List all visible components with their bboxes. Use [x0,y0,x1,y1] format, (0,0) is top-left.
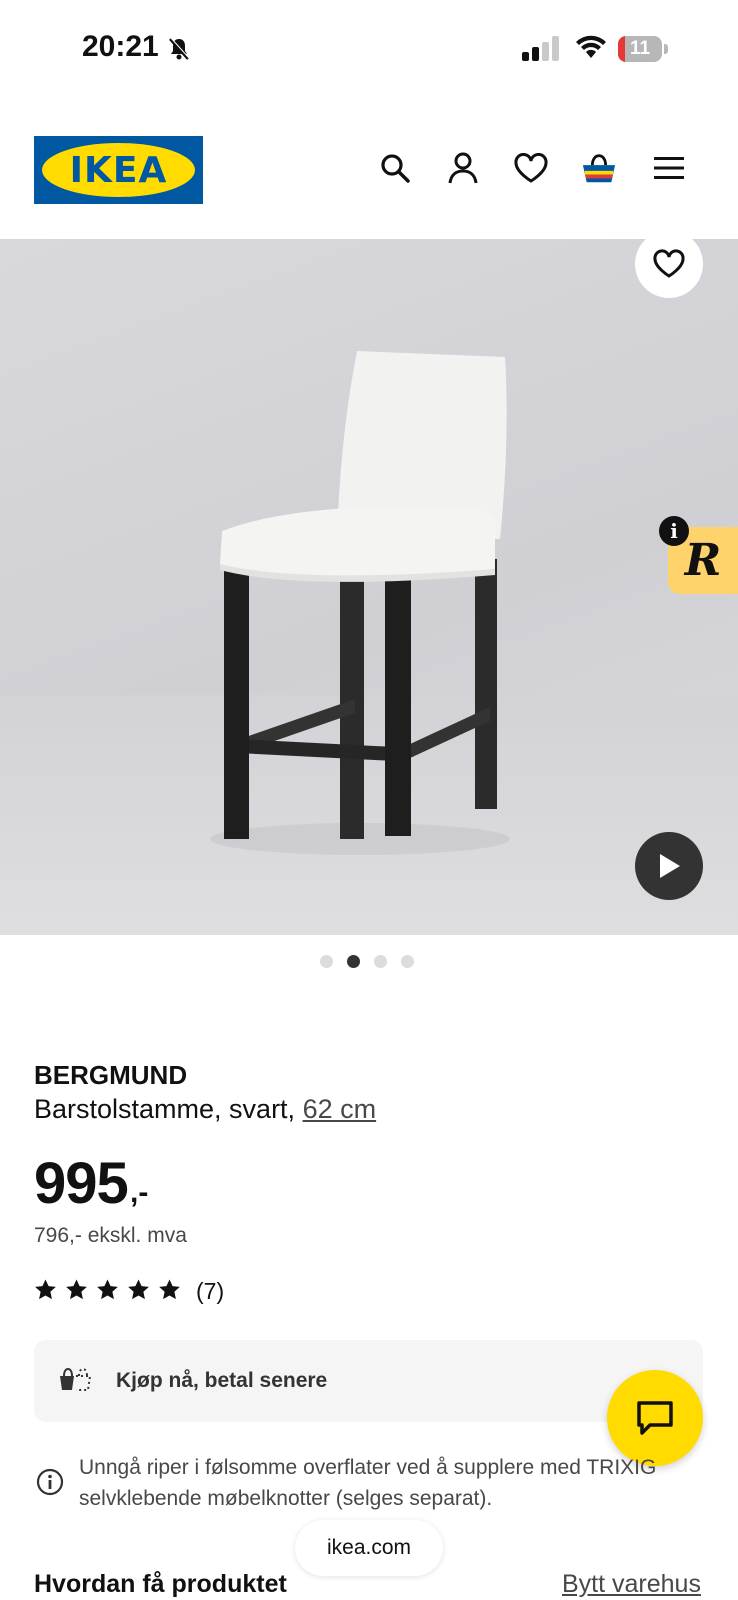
play-video-button[interactable] [635,832,703,900]
menu-icon[interactable] [651,150,687,186]
status-time: 20:21 [82,30,159,63]
product-description: Barstolstamme, svart, 62 cm [34,1094,376,1125]
delivery-heading: Hvordan få produktet [34,1570,287,1598]
pay-later-label: Kjøp nå, betal senere [116,1369,328,1392]
gallery-pagination[interactable] [320,955,414,968]
pagination-dot[interactable] [320,955,333,968]
bell-muted-icon [168,37,190,66]
heart-icon [653,249,685,278]
product-image[interactable] [0,239,738,935]
change-store-link[interactable]: Bytt varehus [562,1570,701,1599]
pagination-dot[interactable] [374,955,387,968]
account-icon[interactable] [445,150,481,186]
size-link[interactable]: 62 cm [303,1094,377,1124]
ikea-logo[interactable]: IKEA [34,136,203,204]
star-icon [66,1279,87,1300]
cellular-signal-icon [522,36,562,67]
battery-level: 11 [629,38,651,59]
product-price: 995 [34,1151,129,1216]
star-icon [35,1279,56,1300]
search-icon[interactable] [377,150,413,186]
info-circle-icon [36,1468,64,1501]
browser-url-bar[interactable]: ikea.com [295,1520,443,1576]
shopping-bag-icon[interactable] [581,150,617,186]
add-to-wishlist-button[interactable] [635,230,703,298]
bar-stool-illustration [210,351,510,855]
star-icon [128,1279,149,1300]
wishlist-icon[interactable] [513,150,549,186]
pagination-dot[interactable] [347,955,360,968]
info-icon[interactable]: i [659,516,689,546]
product-tip: Unngå riper i følsomme overflater ved å … [79,1456,657,1510]
battery-indicator: 11 [618,36,662,62]
play-icon [660,854,680,878]
r-letter: R [684,535,722,586]
chat-icon [637,1401,673,1435]
product-name: BERGMUND [34,1060,188,1090]
price-suffix: ,- [130,1176,149,1209]
star-icon [159,1279,180,1300]
rating-count[interactable]: (7) [196,1278,224,1305]
description-text: Barstolstamme, svart, [34,1094,296,1124]
wifi-icon [574,34,608,65]
battery-tip [664,44,668,54]
rating-stars[interactable] [34,1278,181,1301]
star-icon [97,1279,118,1300]
pay-later-icon [58,1366,92,1399]
price-ex-vat: 796,- ekskl. mva [34,1224,187,1247]
logo-text: IKEA [69,150,168,191]
pagination-dot[interactable] [401,955,414,968]
